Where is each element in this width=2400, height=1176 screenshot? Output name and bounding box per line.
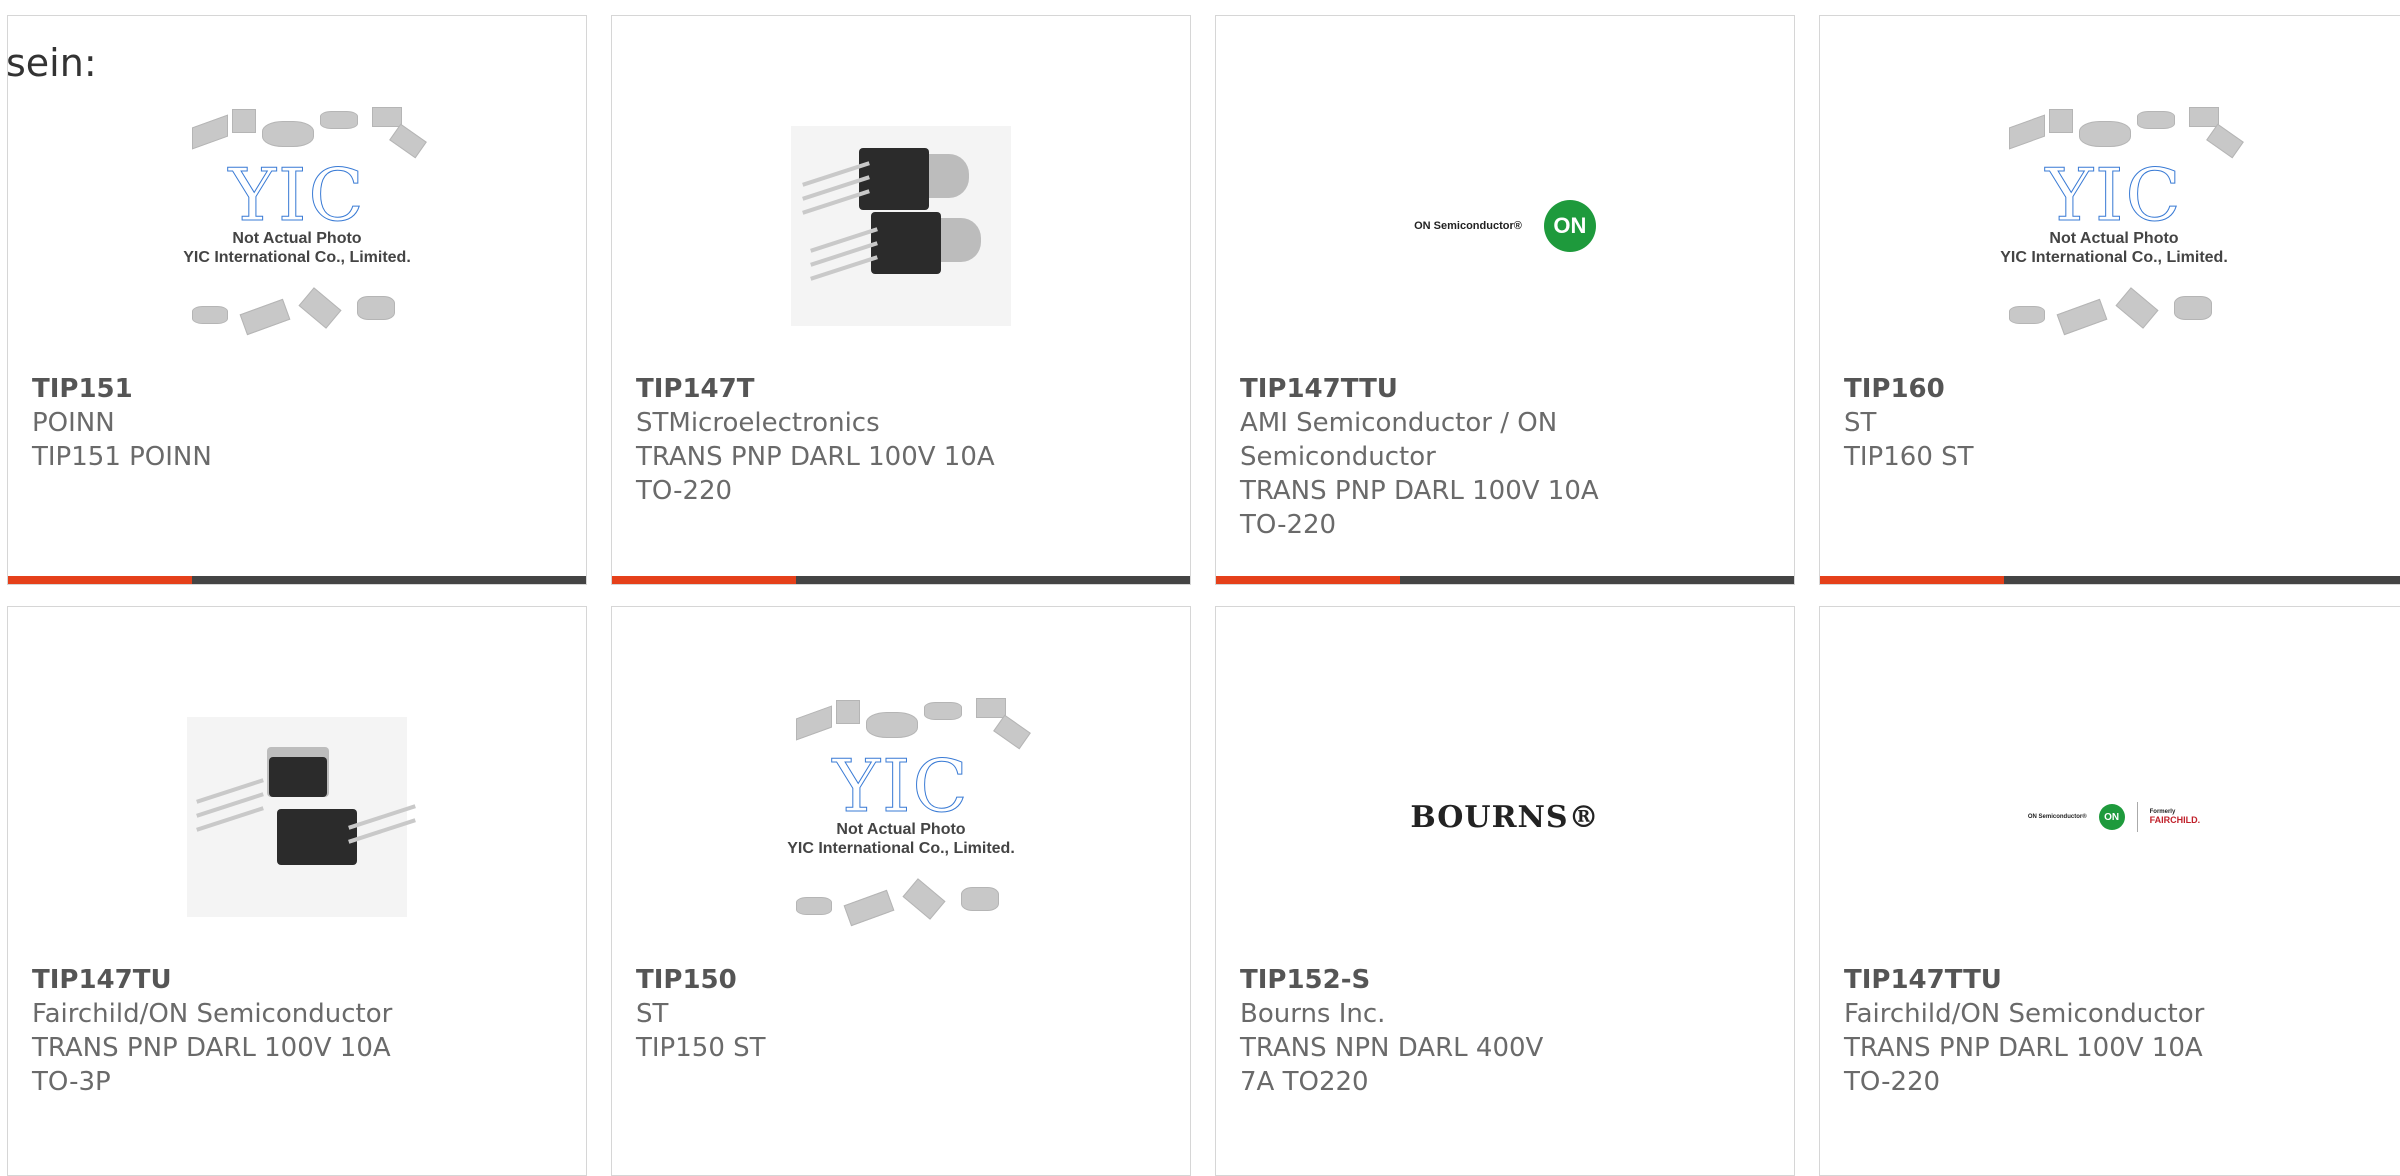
manufacturer: ST: [636, 999, 669, 1029]
part-number[interactable]: TIP147TTU: [1844, 963, 2284, 997]
description: TRANS NPN DARL 400V 7A TO220: [1240, 1033, 1544, 1097]
part-number[interactable]: TIP151: [32, 372, 472, 406]
product-card[interactable]: TIP147T STMicroelectronics TRANS PNP DAR…: [611, 15, 1191, 585]
manufacturer: Fairchild/ON Semiconductor: [32, 999, 393, 1029]
product-image: [8, 667, 586, 967]
manufacturer: STMicroelectronics: [636, 408, 880, 438]
yic-logo: YIC: [832, 744, 970, 829]
product-image-placeholder: YIC Not Actual Photo YIC International Co…: [8, 76, 586, 376]
part-number[interactable]: TIP147T: [636, 372, 1076, 406]
product-card[interactable]: BOURNS® TIP152-S Bourns Inc. TRANS NPN D…: [1215, 606, 1795, 1176]
yic-logo: YIC: [228, 153, 366, 238]
part-number[interactable]: TIP160: [1844, 372, 2284, 406]
card-bar: [1820, 576, 2400, 584]
part-number[interactable]: TIP150: [636, 963, 1076, 997]
placeholder-caption: Not Actual Photo YIC International Co., L…: [183, 230, 411, 266]
product-image-placeholder: YIC Not Actual Photo YIC International Co…: [612, 667, 1190, 967]
card-bar: [8, 576, 586, 584]
description: TRANS PNP DARL 100V 10A TO-220: [1240, 476, 1599, 540]
product-card[interactable]: TIP147TU Fairchild/ON Semiconductor TRAN…: [7, 606, 587, 1176]
description: TRANS PNP DARL 100V 10A TO-220: [1844, 1033, 2203, 1097]
manufacturer: AMI Semiconductor / ON Semiconductor: [1240, 408, 1558, 472]
description: TRANS PNP DARL 100V 10A TO-220: [636, 442, 995, 506]
part-number[interactable]: TIP147TU: [32, 963, 472, 997]
placeholder-caption: Not Actual Photo YIC International Co., L…: [2000, 230, 2228, 266]
manufacturer-logo: ON Semiconductor® ON Formerly FAIRCHILD.: [1820, 667, 2400, 967]
description: TIP151 POINN: [32, 442, 212, 472]
manufacturer: ST: [1844, 408, 1877, 438]
placeholder-caption: Not Actual Photo YIC International Co., L…: [787, 821, 1015, 857]
product-card[interactable]: YIC Not Actual Photo YIC International Co…: [1819, 15, 2400, 585]
manufacturer-logo: BOURNS®: [1410, 799, 1600, 835]
manufacturer: POINN: [32, 408, 115, 438]
product-card[interactable]: ON Semiconductor® ON Formerly FAIRCHILD.…: [1819, 606, 2400, 1176]
part-number[interactable]: TIP152-S: [1240, 963, 1680, 997]
product-card[interactable]: YIC Not Actual Photo YIC International Co…: [611, 606, 1191, 1176]
yic-logo: YIC: [2045, 153, 2183, 238]
description: TIP160 ST: [1844, 442, 1974, 472]
product-image: [612, 76, 1190, 376]
product-image-placeholder: YIC Not Actual Photo YIC International Co…: [1820, 76, 2400, 376]
product-card[interactable]: ON Semiconductor® ON TIP147TTU AMI Semic…: [1215, 15, 1795, 585]
description: TIP150 ST: [636, 1033, 766, 1063]
manufacturer: Fairchild/ON Semiconductor: [1844, 999, 2205, 1029]
part-number[interactable]: TIP147TTU: [1240, 372, 1680, 406]
card-bar: [1216, 576, 1794, 584]
card-bar: [612, 576, 1190, 584]
product-card[interactable]: YIC Not Actual Photo YIC International Co…: [7, 15, 587, 585]
intro-text: sein:: [6, 41, 97, 85]
description: TRANS PNP DARL 100V 10A TO-3P: [32, 1033, 391, 1097]
manufacturer-logo: ON Semiconductor® ON: [1216, 76, 1794, 376]
manufacturer: Bourns Inc.: [1240, 999, 1386, 1029]
